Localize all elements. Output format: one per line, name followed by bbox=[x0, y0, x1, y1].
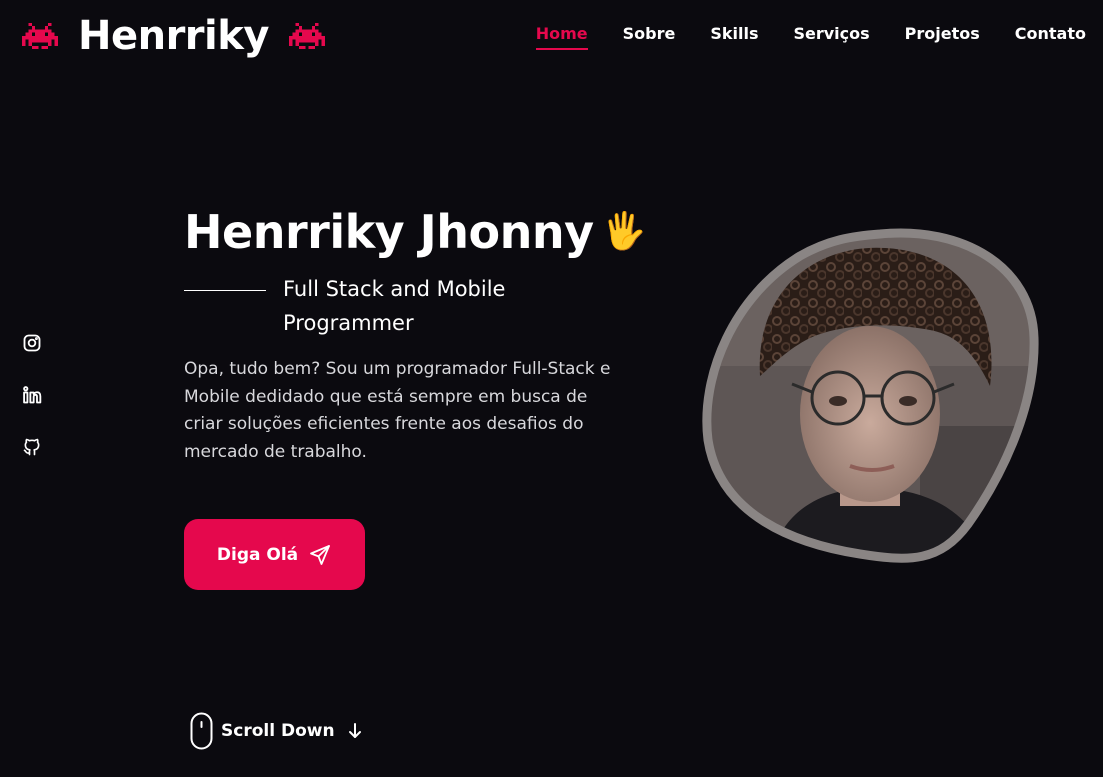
send-icon bbox=[310, 544, 331, 565]
nav-link-skills[interactable]: Skills bbox=[710, 24, 758, 50]
header: Henrriky Home Sobre Skills Serviços Proj… bbox=[0, 0, 1103, 70]
main-nav: Home Sobre Skills Serviços Projetos Cont… bbox=[535, 24, 1086, 50]
hero-description: Opa, tudo bem? Sou um programador Full-S… bbox=[184, 359, 611, 462]
space-invader-icon bbox=[288, 22, 325, 50]
scroll-down[interactable]: Scroll Down bbox=[190, 712, 363, 750]
nav-link-servicos[interactable]: Serviços bbox=[793, 24, 869, 50]
hero-name: Henrriky Jhonny bbox=[184, 205, 594, 259]
nav-link-projetos[interactable]: Projetos bbox=[905, 24, 980, 50]
subtitle-divider bbox=[184, 290, 266, 291]
brand-name: Henrriky bbox=[78, 13, 269, 59]
waving-hand-icon: 🖐 bbox=[601, 211, 647, 252]
github-icon[interactable] bbox=[22, 436, 42, 458]
mouse-icon bbox=[190, 712, 213, 750]
brand[interactable]: Henrriky bbox=[22, 14, 325, 58]
say-hello-label: Diga Olá bbox=[216, 544, 299, 565]
nav-link-sobre[interactable]: Sobre bbox=[623, 24, 676, 50]
nav-link-home[interactable]: Home bbox=[535, 24, 588, 50]
linkedin-icon[interactable] bbox=[22, 384, 42, 406]
hero-subtitle: Full Stack and Mobile Programmer bbox=[283, 277, 506, 335]
nav-link-contato[interactable]: Contato bbox=[1015, 24, 1086, 50]
profile-photo bbox=[702, 228, 1039, 563]
hero-title: Henrriky Jhonny 🖐 bbox=[184, 205, 646, 259]
say-hello-button[interactable]: Diga Olá bbox=[184, 519, 365, 590]
social-links bbox=[22, 332, 42, 458]
instagram-icon[interactable] bbox=[22, 332, 42, 354]
scroll-down-label: Scroll Down bbox=[221, 721, 335, 741]
arrow-down-icon bbox=[348, 723, 361, 738]
space-invader-icon bbox=[22, 22, 58, 50]
